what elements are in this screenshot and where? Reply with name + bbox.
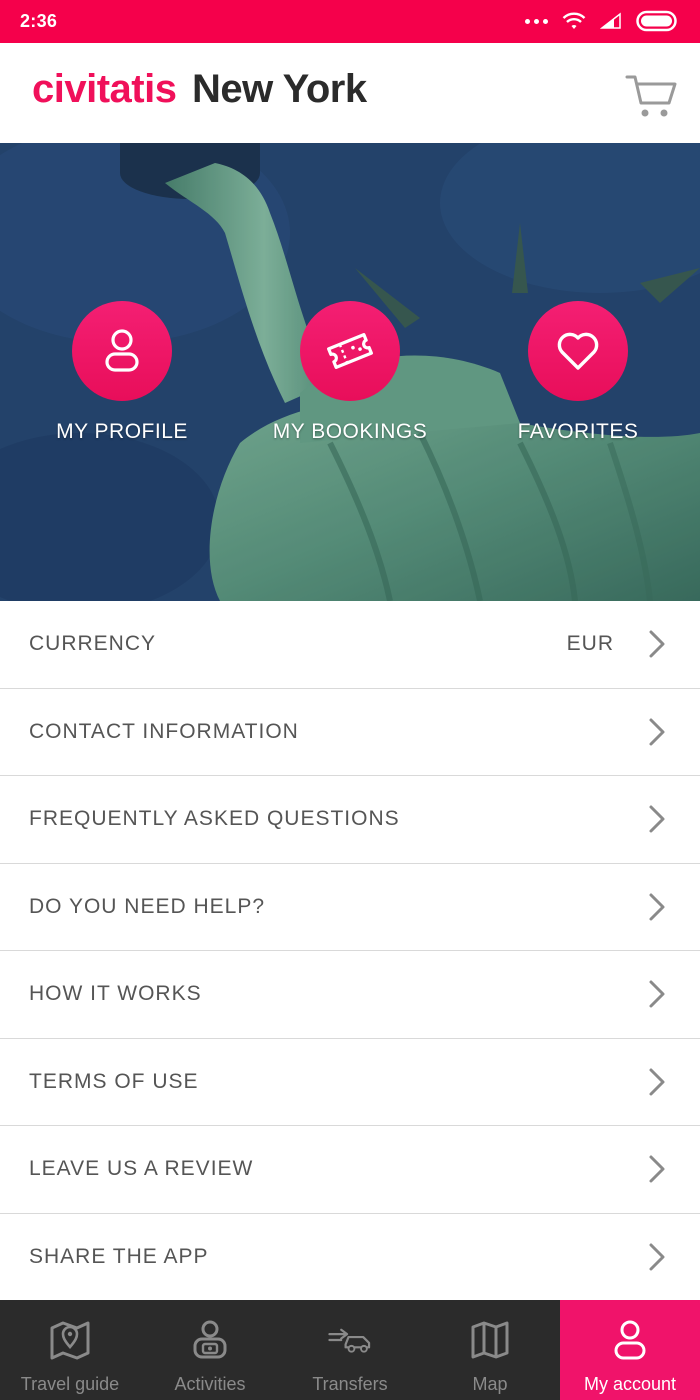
my-profile-label: MY PROFILE [56,420,188,443]
city-title: New York [192,67,367,111]
signal-icon [600,12,621,29]
nav-map[interactable]: Map [420,1300,560,1400]
user-icon [105,329,139,372]
favorites-button[interactable]: FAVORITES [463,301,693,444]
nav-label: Map [472,1374,508,1394]
menu-item-terms-of-use[interactable]: TERMS OF USE [0,1039,700,1126]
status-time: 2:36 [20,11,58,31]
chevron-right-icon [649,893,665,921]
chevron-right-icon [649,718,665,746]
activities-icon [193,1320,227,1359]
chevron-right-icon [649,805,665,833]
bottom-navigation: Travel guide Activities Transfers Map My… [0,1300,700,1400]
chevron-right-icon [649,1068,665,1096]
nav-travel-guide[interactable]: Travel guide [0,1300,140,1400]
menu-item-need-help[interactable]: DO YOU NEED HELP? [0,864,700,951]
transfer-car-icon [328,1328,371,1353]
settings-menu: CURRENCY EUR CONTACT INFORMATION FREQUEN… [0,601,700,1301]
battery-icon [636,10,677,32]
menu-item-how-it-works[interactable]: HOW IT WORKS [0,951,700,1039]
brand-logo[interactable]: civitatis [32,67,177,112]
nav-label: My account [583,1374,677,1394]
ticket-icon [327,333,373,369]
user-icon [614,1320,646,1360]
heart-icon [557,332,599,370]
menu-item-label: TERMS OF USE [29,1069,199,1093]
menu-item-label: CURRENCY [29,632,157,656]
chevron-right-icon [649,980,665,1008]
status-bar: 2:36 [0,0,700,43]
cart-icon[interactable] [624,67,678,121]
menu-item-label: LEAVE US A REVIEW [29,1157,254,1181]
menu-item-contact-information[interactable]: CONTACT INFORMATION [0,689,700,776]
wifi-icon [562,12,586,29]
my-bookings-circle [300,301,400,401]
my-profile-circle [72,301,172,401]
app-header: civitatis New York [0,43,700,143]
menu-item-leave-review[interactable]: LEAVE US A REVIEW [0,1126,700,1214]
my-bookings-label: MY BOOKINGS [272,420,428,443]
nav-label: Transfers [312,1374,388,1394]
menu-item-share-app[interactable]: SHARE THE APP [0,1214,700,1302]
nav-label: Activities [174,1374,246,1394]
folded-map-icon [471,1321,509,1359]
chevron-right-icon [649,1155,665,1183]
menu-item-label: CONTACT INFORMATION [29,719,299,743]
notification-dots-icon [525,18,548,24]
menu-item-label: SHARE THE APP [29,1245,209,1269]
map-pin-icon [50,1321,90,1360]
menu-item-label: FREQUENTLY ASKED QUESTIONS [29,807,400,831]
currency-value: EUR [566,632,614,656]
favorites-label: FAVORITES [517,420,639,443]
nav-transfers[interactable]: Transfers [280,1300,420,1400]
my-profile-button[interactable]: MY PROFILE [7,301,237,444]
nav-activities[interactable]: Activities [140,1300,280,1400]
hero-banner: MY PROFILE MY BOOKINGS FAVORITES [0,143,700,601]
status-icons [525,10,680,32]
menu-item-currency[interactable]: CURRENCY EUR [0,601,700,689]
menu-item-faq[interactable]: FREQUENTLY ASKED QUESTIONS [0,776,700,864]
chevron-right-icon [649,1243,665,1271]
favorites-circle [528,301,628,401]
nav-my-account[interactable]: My account [560,1300,700,1400]
chevron-right-icon [649,630,665,658]
my-bookings-button[interactable]: MY BOOKINGS [235,301,465,444]
menu-item-label: HOW IT WORKS [29,982,202,1006]
menu-item-label: DO YOU NEED HELP? [29,894,266,918]
nav-label: Travel guide [20,1374,120,1394]
